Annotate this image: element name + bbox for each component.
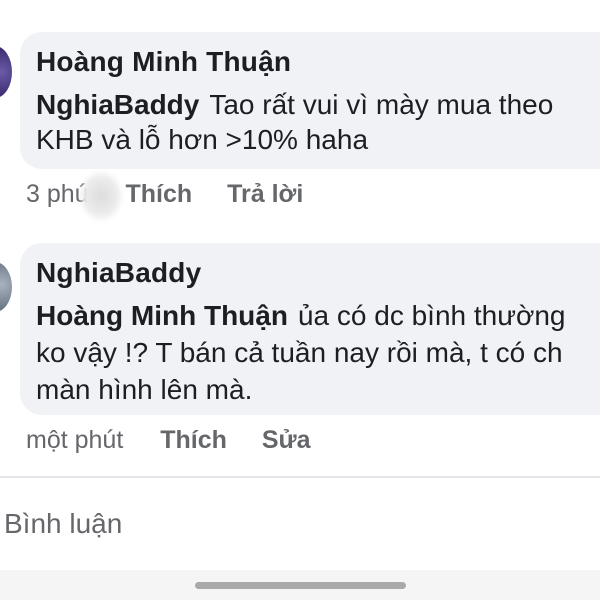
comment-text-line: NghiaBaddy Tao rất vui vì mày mua theo [36, 89, 553, 121]
comment-text-line: KHB và lỗ hơn >10% haha [36, 124, 369, 155]
edit-button[interactable]: Sửa [262, 426, 311, 455]
reply-button[interactable]: Trả lời [227, 180, 303, 209]
commenter-avatar[interactable] [0, 262, 12, 312]
comment-text-line: màn hình lên mà. [36, 374, 253, 405]
comment-text: Tao rất vui vì mày mua theo [209, 89, 554, 120]
screen-smudge [80, 172, 122, 220]
like-button[interactable]: Thích [160, 426, 227, 455]
comment-text-line: ko vậy !? T bán cả tuần nay rồi mà, t có… [36, 337, 563, 368]
comment-thread-screen: Hoàng Minh Thuận NghiaBaddy Tao rất vui v… [0, 0, 600, 600]
comment-text-line: Hoàng Minh Thuận ủa có dc bình thường [36, 300, 565, 332]
home-indicator[interactable] [195, 582, 406, 589]
like-button[interactable]: Thích [126, 180, 193, 209]
mention-tag[interactable]: Hoàng Minh Thuận [36, 300, 288, 331]
comment-timestamp[interactable]: một phút [26, 426, 123, 455]
comment-author[interactable]: Hoàng Minh Thuận [36, 46, 291, 78]
comment-author[interactable]: NghiaBaddy [36, 257, 201, 289]
commenter-avatar[interactable] [0, 46, 12, 98]
comment-bubble: Hoàng Minh Thuận NghiaBaddy Tao rất vui v… [20, 32, 600, 169]
comment-text: ủa có dc bình thường [297, 300, 566, 331]
comment-input[interactable] [0, 478, 600, 570]
comment-bubble: NghiaBaddy Hoàng Minh Thuận ủa có dc bình… [20, 243, 600, 415]
mention-tag[interactable]: NghiaBaddy [36, 89, 199, 120]
comment-actions: 3 phú Thích Trả lời [26, 180, 331, 209]
comment-actions: một phút Thích Sửa [26, 426, 339, 455]
